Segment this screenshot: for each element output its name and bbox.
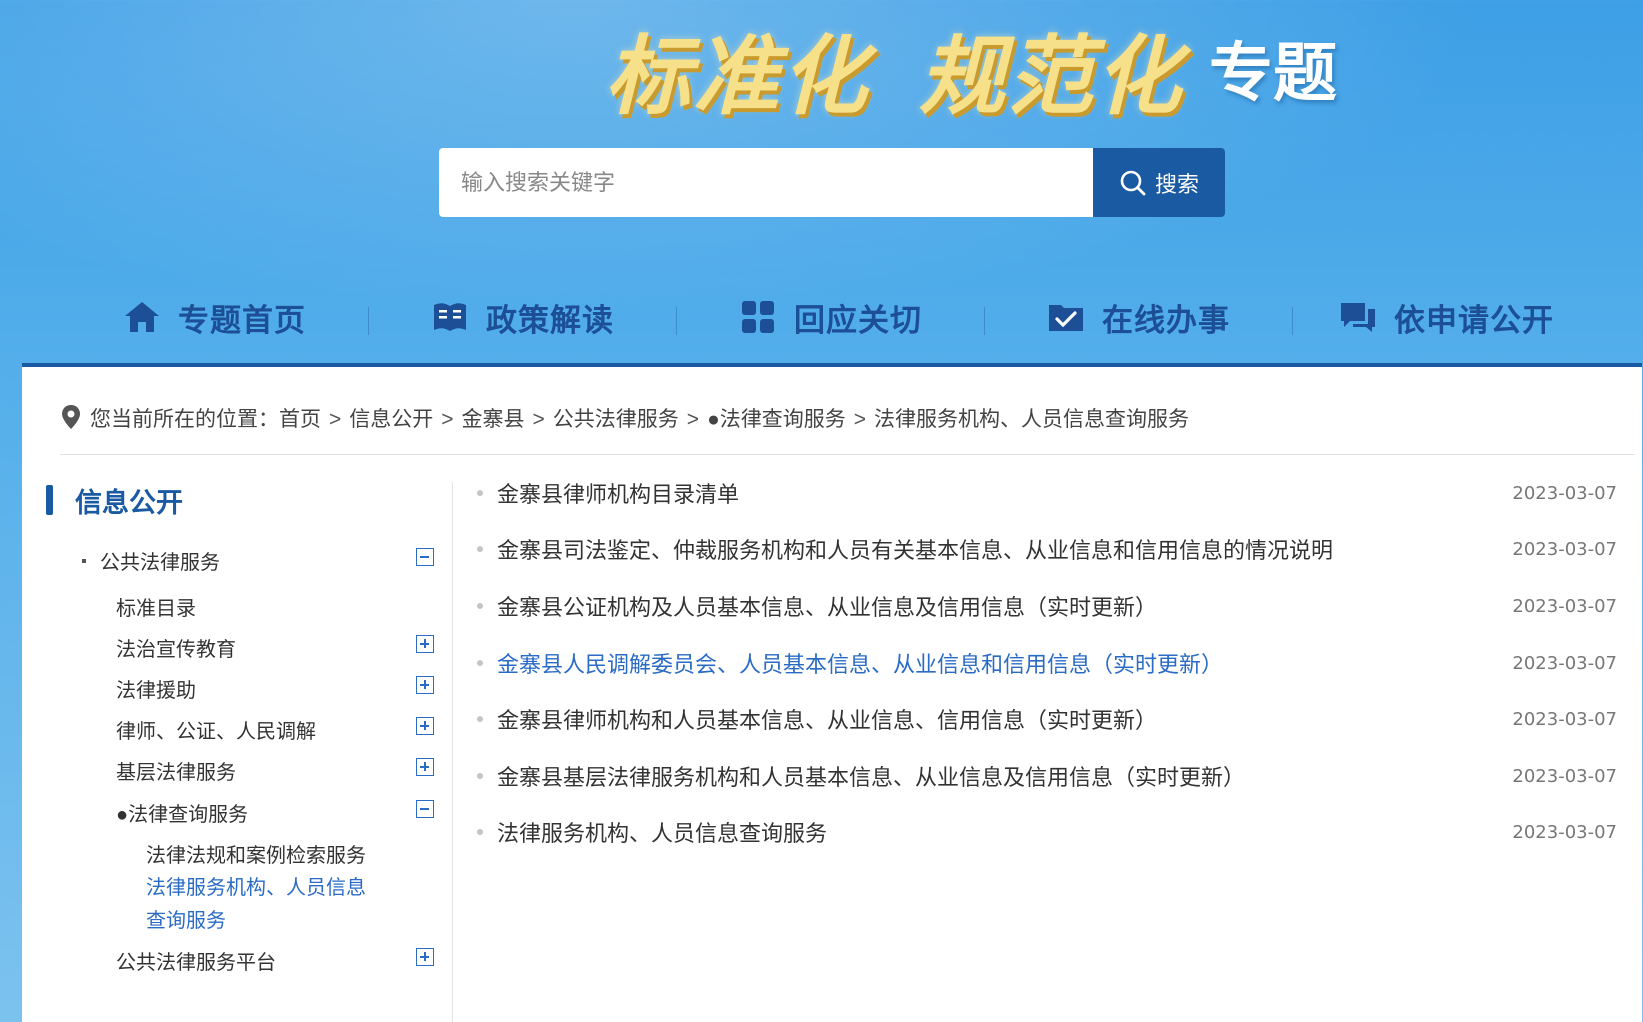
expand-icon[interactable] bbox=[416, 758, 434, 776]
breadcrumb: 您当前所在的位置：首页 > 信息公开 > 金寨县 > 公共法律服务 > ●法律查询服务 > 法律服务… bbox=[60, 403, 1635, 455]
nav-label-apply: 依申请公开 bbox=[1394, 302, 1554, 338]
sidebar-item-lawyer-notary[interactable]: 律师、公证、人民调解 bbox=[116, 715, 316, 744]
list-item[interactable]: 金寨县公证机构及人员基本信息、从业信息及信用信息（实时更新） 2023-03-0… bbox=[477, 586, 1617, 626]
sidebar-item-law-education[interactable]: 法治宣传教育 bbox=[116, 633, 236, 662]
nav-item-policy[interactable]: 政策解读 bbox=[368, 285, 676, 349]
nav-item-apply[interactable]: 依申请公开 bbox=[1292, 285, 1600, 349]
breadcrumb-item-info[interactable]: 信息公开 bbox=[349, 408, 433, 431]
chat-icon bbox=[1341, 303, 1375, 332]
sidebar-item-legal-query[interactable]: ●法律查询服务 bbox=[116, 798, 248, 827]
sidebar-subitem-institution-query[interactable]: 法律服务机构、人员信息 查询服务 bbox=[146, 872, 366, 938]
folder-check-icon bbox=[1049, 305, 1083, 331]
expand-icon[interactable] bbox=[416, 635, 434, 653]
list-item[interactable]: 金寨县基层法律服务机构和人员基本信息、从业信息及信用信息（实时更新） 2023-… bbox=[477, 756, 1617, 796]
location-pin-icon bbox=[62, 405, 80, 429]
nav-label-home: 专题首页 bbox=[178, 302, 306, 338]
nav-item-response[interactable]: 回应关切 bbox=[676, 285, 984, 349]
search-button[interactable]: 搜索 bbox=[1093, 148, 1225, 217]
search-button-label: 搜索 bbox=[1154, 171, 1199, 197]
search-input[interactable] bbox=[439, 148, 1093, 217]
breadcrumb-item-county[interactable]: 金寨县 bbox=[462, 408, 525, 431]
list-item[interactable]: 金寨县律师机构目录清单 2023-03-07 bbox=[477, 473, 1617, 513]
expand-icon[interactable] bbox=[416, 948, 434, 966]
breadcrumb-item-home[interactable]: 首页 bbox=[279, 408, 321, 431]
nav-item-online[interactable]: 在线办事 bbox=[984, 285, 1292, 349]
sidebar-item-standard[interactable]: 标准目录 bbox=[116, 592, 196, 621]
list-item[interactable]: 金寨县司法鉴定、仲裁服务机构和人员有关基本信息、从业信息和信用信息的情况说明 2… bbox=[477, 529, 1617, 569]
breadcrumb-item-current[interactable]: 法律服务机构、人员信息查询服务 bbox=[874, 408, 1189, 431]
breadcrumb-item-legal-query[interactable]: ●法律查询服务 bbox=[707, 408, 846, 431]
sidebar-item-public-legal[interactable]: 公共法律服务 bbox=[82, 546, 220, 575]
sidebar: 信息公开 公共法律服务 标准目录 法治宣传教育 法律援助 律师、公证、人民调解 … bbox=[46, 482, 453, 1022]
list-item[interactable]: 法律服务机构、人员信息查询服务 2023-03-07 bbox=[477, 812, 1617, 852]
breadcrumb-prefix: 您当前所在的位置： bbox=[90, 408, 279, 431]
list-item[interactable]: 金寨县律师机构和人员基本信息、从业信息、信用信息（实时更新） 2023-03-0… bbox=[477, 699, 1617, 739]
sidebar-title: 信息公开 bbox=[46, 482, 183, 518]
banner-title-part3: 专题 bbox=[1209, 37, 1337, 109]
sidebar-subitem-law-search[interactable]: 法律法规和案例检索服务 bbox=[146, 839, 366, 868]
search-icon bbox=[1120, 170, 1146, 195]
nav-item-home[interactable]: 专题首页 bbox=[60, 285, 368, 349]
banner-title-part1: 标准化 bbox=[605, 25, 869, 127]
nav-label-policy: 政策解读 bbox=[486, 302, 614, 338]
expand-icon[interactable] bbox=[416, 676, 434, 694]
banner-title: 标准化 规范化 专题 bbox=[605, 18, 1337, 127]
breadcrumb-item-public-legal[interactable]: 公共法律服务 bbox=[553, 408, 679, 431]
sidebar-item-platform[interactable]: 公共法律服务平台 bbox=[116, 946, 276, 975]
content-panel: 您当前所在的位置：首页 > 信息公开 > 金寨县 > 公共法律服务 > ●法律查询服务 > 法律服务… bbox=[22, 363, 1642, 1022]
sidebar-item-grassroots[interactable]: 基层法律服务 bbox=[116, 756, 236, 785]
book-icon bbox=[434, 303, 466, 331]
grid-icon bbox=[742, 301, 774, 333]
sidebar-item-legal-aid[interactable]: 法律援助 bbox=[116, 674, 196, 703]
home-icon bbox=[125, 302, 159, 332]
nav-label-response: 回应关切 bbox=[794, 302, 922, 338]
expand-icon[interactable] bbox=[416, 717, 434, 735]
collapse-icon[interactable] bbox=[416, 800, 434, 818]
list-item[interactable]: 金寨县人民调解委员会、人员基本信息、从业信息和信用信息（实时更新） 2023-0… bbox=[477, 643, 1617, 683]
nav-label-online: 在线办事 bbox=[1102, 302, 1230, 338]
search-bar: 搜索 bbox=[439, 148, 1225, 217]
main-nav: 专题首页 政策解读 回应关切 在线办事 依申请公开 bbox=[60, 285, 1600, 349]
banner-title-part2: 规范化 bbox=[919, 25, 1183, 127]
collapse-icon[interactable] bbox=[416, 548, 434, 566]
